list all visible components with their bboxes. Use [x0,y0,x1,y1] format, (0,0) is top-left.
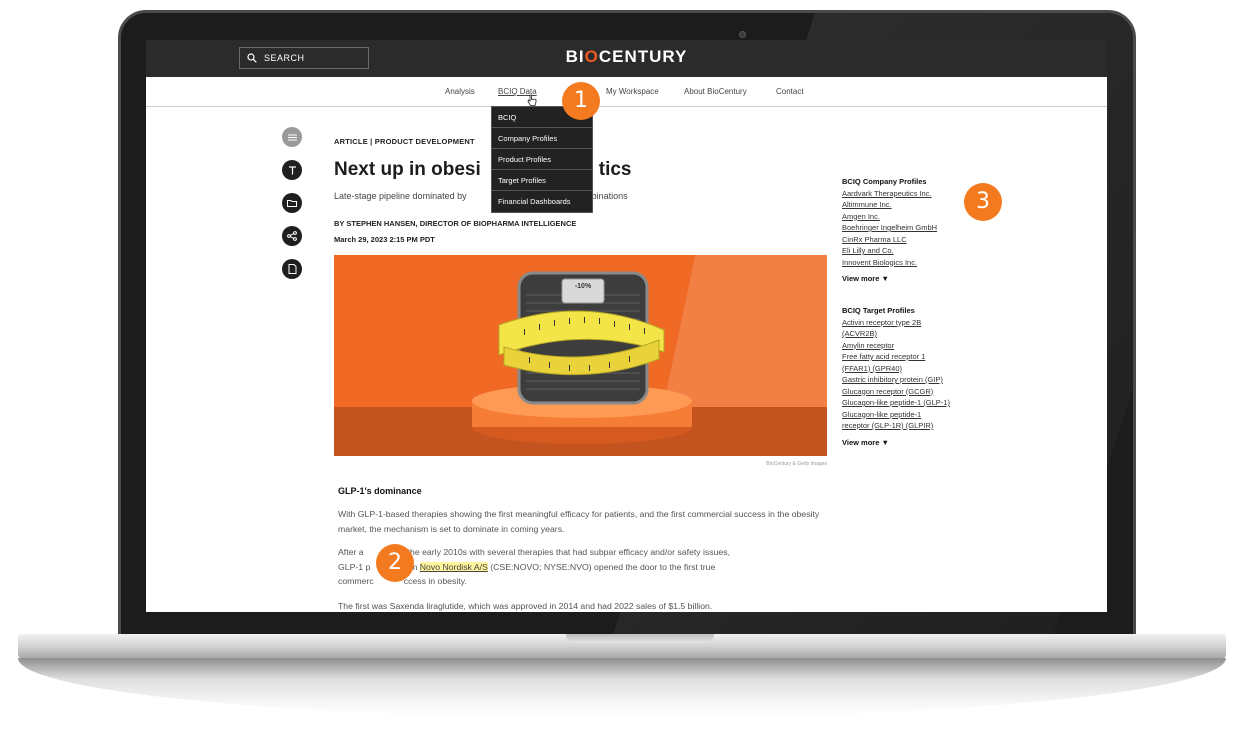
callout-badge-1: 1 [562,82,600,120]
target-link[interactable]: Glucagon-like peptide-1 (GLP-1) [842,397,950,409]
target-link[interactable]: Activin receptor type 2B [842,317,950,329]
company-link[interactable]: Boehringer Ingelheim GmbH [842,222,937,234]
folder-icon[interactable] [282,193,302,213]
pdf-download-icon[interactable] [282,259,302,279]
callout-badge-3: 3 [964,183,1002,221]
laptop-mockup: SEARCH BIOCENTURY Analysis BCIQ Data My … [0,0,1243,742]
target-profiles-title: BCIQ Target Profiles [842,306,915,315]
dropdown-item-product-profiles[interactable]: Product Profiles [492,149,592,170]
table-of-contents-icon[interactable] [282,127,302,147]
company-profiles-title: BCIQ Company Profiles [842,177,927,186]
browser-screen: SEARCH BIOCENTURY Analysis BCIQ Data My … [146,40,1107,612]
site-header: SEARCH BIOCENTURY [146,40,1107,77]
dropdown-item-company-profiles[interactable]: Company Profiles [492,128,592,149]
article-byline: BY STEPHEN HANSEN, DIRECTOR OF BIOPHARMA… [334,219,577,228]
paragraph-3: The first was Saxenda liraglutide, which… [338,601,713,611]
bciq-data-dropdown: BCIQ Company Profiles Product Profiles T… [491,106,593,213]
nav-my-workspace[interactable]: My Workspace [606,87,659,96]
webcam-icon [739,31,746,38]
paragraph-1: With GLP-1-based therapies showing the f… [338,509,820,534]
share-icon[interactable] [282,226,302,246]
company-view-more-button[interactable]: View more ▼ [842,273,937,285]
target-link[interactable]: (ACVR2B) [842,328,950,340]
laptop-notch [566,634,714,643]
target-link[interactable]: Gastric inhibitory protein (GIP) [842,374,950,386]
target-profiles-panel: BCIQ Target Profiles Activin receptor ty… [842,305,950,448]
dropdown-item-financial-dashboards[interactable]: Financial Dashboards [492,191,592,212]
callout-badge-2: 2 [376,544,414,582]
company-link[interactable]: Amgen Inc. [842,211,937,223]
main-nav: Analysis BCIQ Data My Workspace About Bi… [146,77,1107,107]
nav-analysis[interactable]: Analysis [445,87,475,96]
target-link[interactable]: Glucagon-like peptide-1 [842,409,950,421]
hero-image: -10% [334,255,827,456]
target-link[interactable]: (FFAR1) (GPR40) [842,363,950,375]
nav-about[interactable]: About BioCentury [684,87,747,96]
dropdown-item-target-profiles[interactable]: Target Profiles [492,170,592,191]
company-link-novo-nordisk[interactable]: Novo Nordisk A/S [419,561,488,572]
target-link[interactable]: receptor (GLP-1R) (GLPIR) [842,420,950,432]
company-link[interactable]: CinRx Pharma LLC [842,234,937,246]
hand-cursor-icon [527,94,537,106]
article-date: March 29, 2023 2:15 PM PDT [334,235,435,244]
target-link[interactable]: Free fatty acid receptor 1 [842,351,950,363]
company-link[interactable]: Innovent Biologics Inc. [842,257,937,269]
scale-readout: -10% [574,283,592,290]
laptop-bottom [18,658,1226,718]
site-logo[interactable]: BIOCENTURY [146,47,1107,67]
laptop-base [18,634,1226,658]
article-kicker: ARTICLE | PRODUCT DEVELOPMENT [334,137,475,146]
company-profiles-panel: BCIQ Company Profiles Aardvark Therapeut… [842,176,937,285]
target-link[interactable]: Amylin receptor [842,340,950,352]
target-view-more-button[interactable]: View more ▼ [842,437,950,449]
company-link[interactable]: Aardvark Therapeutics Inc. [842,188,937,200]
image-credit: BioCentury & Getty Images [766,461,827,467]
company-link[interactable]: Eli Lilly and Co. [842,245,937,257]
text-size-icon[interactable] [282,160,302,180]
nav-contact[interactable]: Contact [776,87,804,96]
target-link[interactable]: Glucagon receptor (GCGR) [842,386,950,398]
company-link[interactable]: Altimmune Inc. [842,199,937,211]
section-heading: GLP-1's dominance [338,486,422,496]
